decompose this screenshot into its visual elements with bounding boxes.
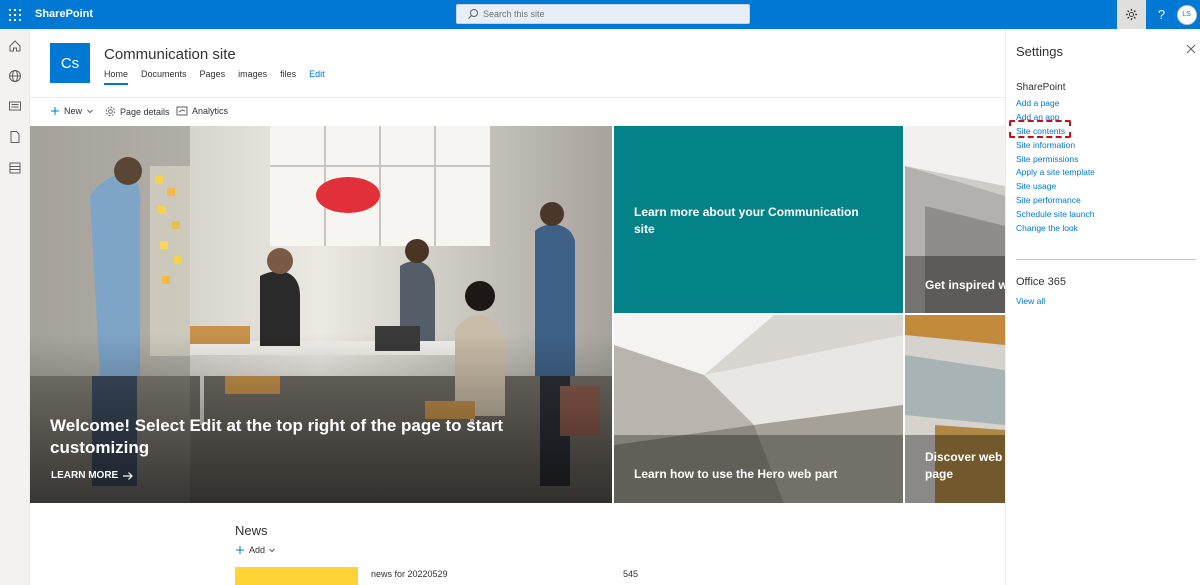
hero-tile-inspired[interactable]: Get inspired w <box>905 126 1005 313</box>
gear-icon <box>105 106 116 117</box>
news-item-count: 545 <box>623 569 639 579</box>
page-details-button[interactable]: Page details <box>105 106 170 117</box>
new-label: New <box>64 106 83 116</box>
settings-divider <box>1016 259 1196 260</box>
sharepoint-settings-links: Add a page Add an app Site contents Site… <box>1016 97 1095 236</box>
hero-tile-communication[interactable]: Learn more about your Communication site <box>614 126 903 313</box>
view-all-link[interactable]: View all <box>1016 296 1045 306</box>
learn-more-link[interactable]: LEARN MORE <box>51 470 134 481</box>
hero-tile-learn-hero-title: Learn how to use the Hero web part <box>634 467 838 481</box>
change-the-look-link[interactable]: Change the look <box>1016 222 1095 236</box>
arrow-right-icon <box>123 471 134 480</box>
file-icon[interactable] <box>8 130 22 144</box>
hero-tile-communication-title: Learn more about your Communication site <box>634 205 859 236</box>
close-icon[interactable] <box>1186 44 1196 54</box>
plus-icon <box>51 107 59 115</box>
app-launcher-button[interactable] <box>0 0 29 29</box>
site-information-link[interactable]: Site information <box>1016 139 1095 153</box>
site-usage-link[interactable]: Site usage <box>1016 180 1095 194</box>
account-button[interactable]: LS <box>1172 0 1200 29</box>
hero-tile-learn-hero[interactable]: Learn how to use the Hero web part <box>614 315 903 503</box>
app-name-link[interactable]: SharePoint <box>35 8 93 20</box>
plus-icon <box>236 546 244 554</box>
settings-button[interactable] <box>1117 0 1146 29</box>
nav-item-images[interactable]: images <box>238 69 267 85</box>
site-performance-link[interactable]: Site performance <box>1016 194 1095 208</box>
app-bar <box>0 29 30 585</box>
news-add-button[interactable]: Add <box>235 545 276 555</box>
home-icon[interactable] <box>8 39 22 53</box>
page-details-label: Page details <box>120 106 170 117</box>
hero-main-title: Welcome! Select Edit at the top right of… <box>50 416 504 457</box>
site-logo[interactable]: Cs <box>50 43 90 83</box>
help-icon: ? <box>1157 7 1166 22</box>
site-title[interactable]: Communication site <box>104 46 236 63</box>
site-contents-highlight <box>1009 120 1071 138</box>
news-web-part: News Add news for 20220529 545 <box>235 523 835 585</box>
nav-item-pages[interactable]: Pages <box>200 69 226 85</box>
apply-site-template-link[interactable]: Apply a site template <box>1016 166 1095 180</box>
new-button[interactable]: New <box>50 106 98 116</box>
search-input[interactable] <box>483 7 733 21</box>
chevron-down-icon <box>269 548 275 553</box>
gear-icon <box>1125 8 1138 21</box>
waffle-icon <box>8 8 21 21</box>
hero-tile-discover[interactable]: Discover web page <box>905 315 1005 503</box>
schedule-site-launch-link[interactable]: Schedule site launch <box>1016 208 1095 222</box>
analytics-icon <box>176 106 188 116</box>
news-icon[interactable] <box>8 99 22 113</box>
avatar: LS <box>1176 4 1197 25</box>
search-box[interactable] <box>456 4 750 24</box>
nav-item-home[interactable]: Home <box>104 69 129 85</box>
hero-tile-inspired-title: Get inspired w <box>925 278 1005 292</box>
suite-bar: SharePoint ? LS <box>0 0 1200 29</box>
site-header: Cs Communication site Home Documents Pag… <box>30 29 1005 97</box>
list-icon[interactable] <box>8 161 22 175</box>
hero-web-part: Welcome! Select Edit at the top right of… <box>30 126 1005 503</box>
chevron-down-icon <box>87 109 93 114</box>
globe-icon[interactable] <box>8 69 22 83</box>
settings-title: Settings <box>1016 44 1063 59</box>
nav-item-documents[interactable]: Documents <box>141 69 187 85</box>
site-permissions-link[interactable]: Site permissions <box>1016 153 1095 167</box>
main-content: Cs Communication site Home Documents Pag… <box>30 29 1005 585</box>
news-heading: News <box>235 523 268 538</box>
search-icon <box>468 9 478 19</box>
site-navigation: Home Documents Pages images files Edit <box>104 69 338 85</box>
nav-item-files[interactable]: files <box>280 69 296 85</box>
add-a-page-link[interactable]: Add a page <box>1016 97 1095 111</box>
hero-tile-discover-title: Discover web page <box>925 450 1003 481</box>
nav-edit-link[interactable]: Edit <box>309 69 325 85</box>
news-add-label: Add <box>249 545 266 555</box>
analytics-label: Analytics <box>192 106 229 116</box>
hero-tile-main[interactable]: Welcome! Select Edit at the top right of… <box>30 126 612 503</box>
office-365-section-heading: Office 365 <box>1016 276 1066 288</box>
settings-panel: Settings SharePoint Add a page Add an ap… <box>1005 29 1200 585</box>
news-item-title[interactable]: news for 20220529 <box>371 569 448 579</box>
analytics-button[interactable]: Analytics <box>176 106 228 116</box>
sharepoint-section-heading: SharePoint <box>1016 82 1066 93</box>
news-thumbnail[interactable] <box>235 567 358 585</box>
learn-more-label: LEARN MORE <box>51 470 119 481</box>
command-bar: New Page details Analytics <box>30 97 1005 125</box>
